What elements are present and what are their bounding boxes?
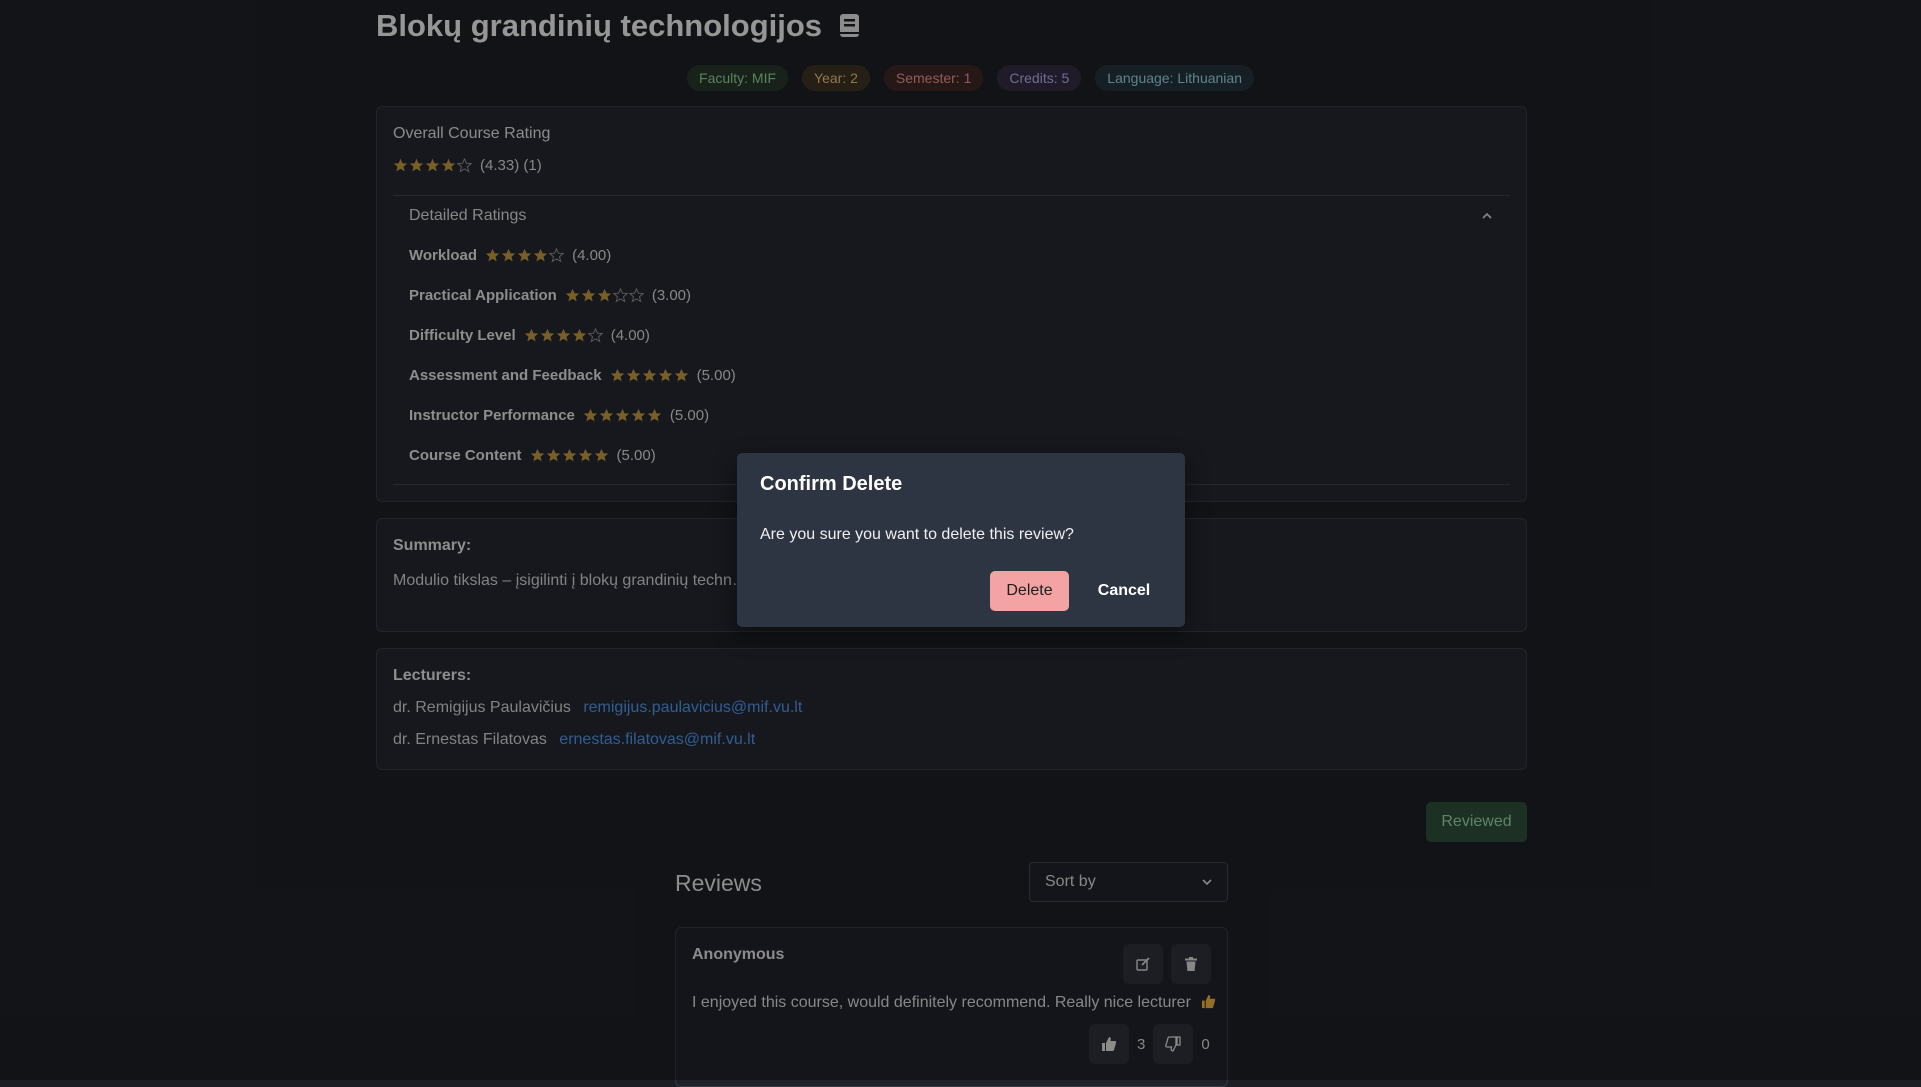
course-page: Blokų grandinių technologijos Faculty: M…	[0, 0, 1921, 1087]
modal-title: Confirm Delete	[760, 473, 903, 495]
modal-message: Are you sure you want to delete this rev…	[760, 526, 1074, 543]
confirm-delete-modal: Confirm Delete Are you sure you want to …	[737, 453, 1185, 627]
cancel-button[interactable]: Cancel	[1083, 571, 1165, 611]
confirm-delete-button[interactable]: Delete	[990, 571, 1069, 611]
